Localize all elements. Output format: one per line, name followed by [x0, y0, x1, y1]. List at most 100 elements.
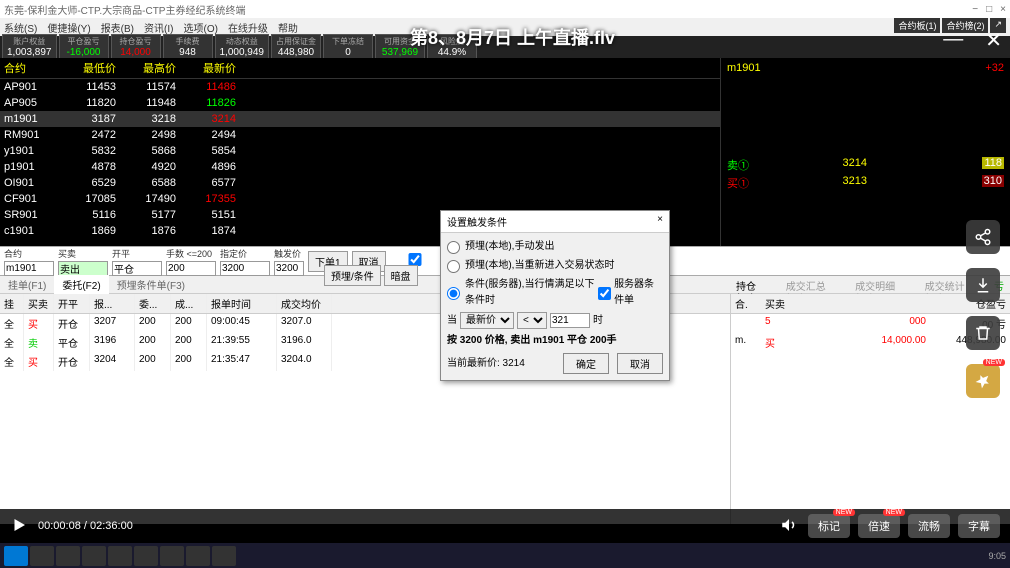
stat-下单冻结: 下单冻结0	[323, 34, 373, 60]
dialog-r1: 预埋(本地),手动发出	[465, 239, 554, 255]
task-icon[interactable]	[160, 546, 184, 566]
menu-help[interactable]: 帮助	[278, 20, 298, 35]
depth-symbol: m1901	[727, 62, 761, 74]
dialog-op-select[interactable]: <	[517, 312, 547, 329]
task-icon[interactable]	[56, 546, 80, 566]
dialog-r3b: 服务器条件单	[614, 277, 663, 309]
order-book: 卖① 3214 118 买① 3213 310	[723, 156, 1008, 192]
oe-lots-input[interactable]	[166, 261, 216, 276]
start-icon[interactable]	[4, 546, 28, 566]
menu-update[interactable]: 在线升级	[228, 20, 268, 35]
qh-high: 最高价	[120, 58, 180, 78]
dialog-radio-1[interactable]	[447, 241, 460, 254]
ob-sell-qty: 118	[982, 157, 1004, 169]
min-icon[interactable]: −	[972, 4, 978, 15]
task-icon[interactable]	[134, 546, 158, 566]
dialog-cancel-button[interactable]: 取消	[617, 353, 663, 374]
oh-5: 委...	[135, 294, 171, 313]
player-close-icon[interactable]: ✕	[985, 28, 1002, 53]
oh-3: 开平	[54, 294, 90, 313]
dialog-title: 设置触发条件	[447, 214, 507, 229]
oe-oc-input[interactable]	[112, 261, 162, 276]
quote-row[interactable]: OI901652965886577	[0, 175, 720, 191]
tab-orders[interactable]: 委托(F2)	[54, 275, 108, 294]
task-icon[interactable]	[30, 546, 54, 566]
ob-buy-label: 买①	[727, 175, 767, 191]
dialog-ok-button[interactable]: 确定	[563, 353, 609, 374]
dialog-value-input[interactable]	[550, 313, 590, 328]
player-mark-button[interactable]: 标记NEW	[808, 514, 850, 538]
oe-trigger-input[interactable]	[274, 261, 304, 276]
tab-fills-sum[interactable]: 成交汇总(F7)	[780, 276, 849, 293]
task-icon[interactable]	[82, 546, 106, 566]
quote-row[interactable]: y1901583258685854	[0, 143, 720, 159]
dialog-close-icon[interactable]: ×	[657, 214, 663, 229]
qh-low: 最低价	[60, 58, 120, 78]
menu-options[interactable]: 选项(O)	[183, 20, 217, 35]
oe-oc-label: 开平	[112, 247, 162, 260]
player-speed-button[interactable]: 倍速NEW	[858, 514, 900, 538]
tab-fills-det[interactable]: 成交明细(F8)	[849, 276, 918, 293]
title-bar: 东莞-保利金大师-CTP.大宗商品-CTP主券经纪系统终端 − □ ×	[0, 0, 1010, 18]
pin-icon[interactable]: NEW	[966, 364, 1000, 398]
tab-pending[interactable]: 挂单(F1)	[0, 275, 54, 294]
delete-icon[interactable]	[966, 316, 1000, 350]
play-button[interactable]	[10, 516, 28, 537]
oe-side-label: 买卖	[58, 247, 108, 260]
share-icon[interactable]	[966, 220, 1000, 254]
ph-1: 合.	[731, 294, 761, 313]
tab-conditional[interactable]: 预埋条件单(F3)	[109, 275, 193, 294]
oe-cond-button[interactable]: 预埋/条件	[324, 265, 381, 286]
task-icon[interactable]	[108, 546, 132, 566]
stat-动态权益: 动态权益1,000,949	[215, 34, 270, 60]
oe-side-input[interactable]	[58, 261, 108, 276]
task-icon[interactable]	[212, 546, 236, 566]
dialog-server-check[interactable]	[598, 287, 611, 300]
dialog-radio-3[interactable]	[447, 287, 460, 300]
quote-row[interactable]: AP901114531157411486	[0, 79, 720, 95]
oe-dark-button[interactable]: 暗盘	[384, 265, 418, 286]
player-subtitle-button[interactable]: 字幕	[958, 514, 1000, 538]
oh-8: 成交均价	[277, 294, 332, 313]
quote-row[interactable]: m1901318732183214	[0, 111, 720, 127]
depth-panel: m1901 +32 卖① 3214 118 买① 3213 310	[720, 58, 1010, 246]
quote-header: 合约 最低价 最高价 最新价	[0, 58, 720, 79]
player-bar: 00:00:08 / 02:36:00 标记NEW 倍速NEW 流畅 字幕	[0, 509, 1010, 543]
tab-positions[interactable]: 持仓(F6)	[730, 276, 780, 293]
oe-price-label: 指定价	[220, 247, 270, 260]
side-toolbar: NEW	[966, 220, 1000, 398]
quote-row[interactable]: AP905118201194811826	[0, 95, 720, 111]
close-icon[interactable]: ×	[1000, 4, 1006, 15]
oh-7: 报单时间	[207, 294, 277, 313]
menu-quick[interactable]: 便捷操(Y)	[47, 20, 90, 35]
quote-row[interactable]: CF901170851749017355	[0, 191, 720, 207]
dialog-field-select[interactable]: 最新价	[460, 312, 514, 329]
menu-system[interactable]: 系统(S)	[4, 20, 37, 35]
stat-平仓盈亏: 平仓盈亏-16,000	[59, 34, 109, 60]
new-badge: NEW	[983, 359, 1005, 366]
oh-2: 买卖	[24, 294, 54, 313]
clock: 9:05	[988, 551, 1006, 561]
quote-row[interactable]: RM901247224982494	[0, 127, 720, 143]
right-tab-1[interactable]: 合约板(1)	[894, 18, 940, 33]
dialog-r3a: 条件(服务器),当行情满足以下条件时	[465, 277, 595, 309]
stat-占用保证金: 占用保证金448,980	[271, 34, 321, 60]
player-minimize-icon[interactable]: —	[943, 28, 963, 53]
dialog-summary: 按 3200 价格, 卖出 m1901 平仓 200手	[447, 333, 663, 349]
volume-icon[interactable]	[780, 516, 798, 537]
oe-lots-limit: <=200	[187, 249, 213, 259]
oe-trigger-label: 触发价	[274, 247, 304, 260]
quote-row[interactable]: p1901487849204896	[0, 159, 720, 175]
oe-contract-input[interactable]	[4, 261, 54, 276]
dialog-radio-2[interactable]	[447, 260, 460, 273]
oe-price-input[interactable]	[220, 261, 270, 276]
menu-info[interactable]: 资讯(I)	[144, 20, 173, 35]
task-icon[interactable]	[186, 546, 210, 566]
menu-report[interactable]: 报表(B)	[101, 20, 134, 35]
max-icon[interactable]: □	[986, 4, 992, 15]
dialog-r2: 预埋(本地),当重新进入交易状态时	[465, 258, 614, 274]
ob-sell-price: 3214	[767, 157, 867, 173]
stat-手续费: 手续费948	[163, 34, 213, 60]
player-quality-button[interactable]: 流畅	[908, 514, 950, 538]
download-icon[interactable]	[966, 268, 1000, 302]
